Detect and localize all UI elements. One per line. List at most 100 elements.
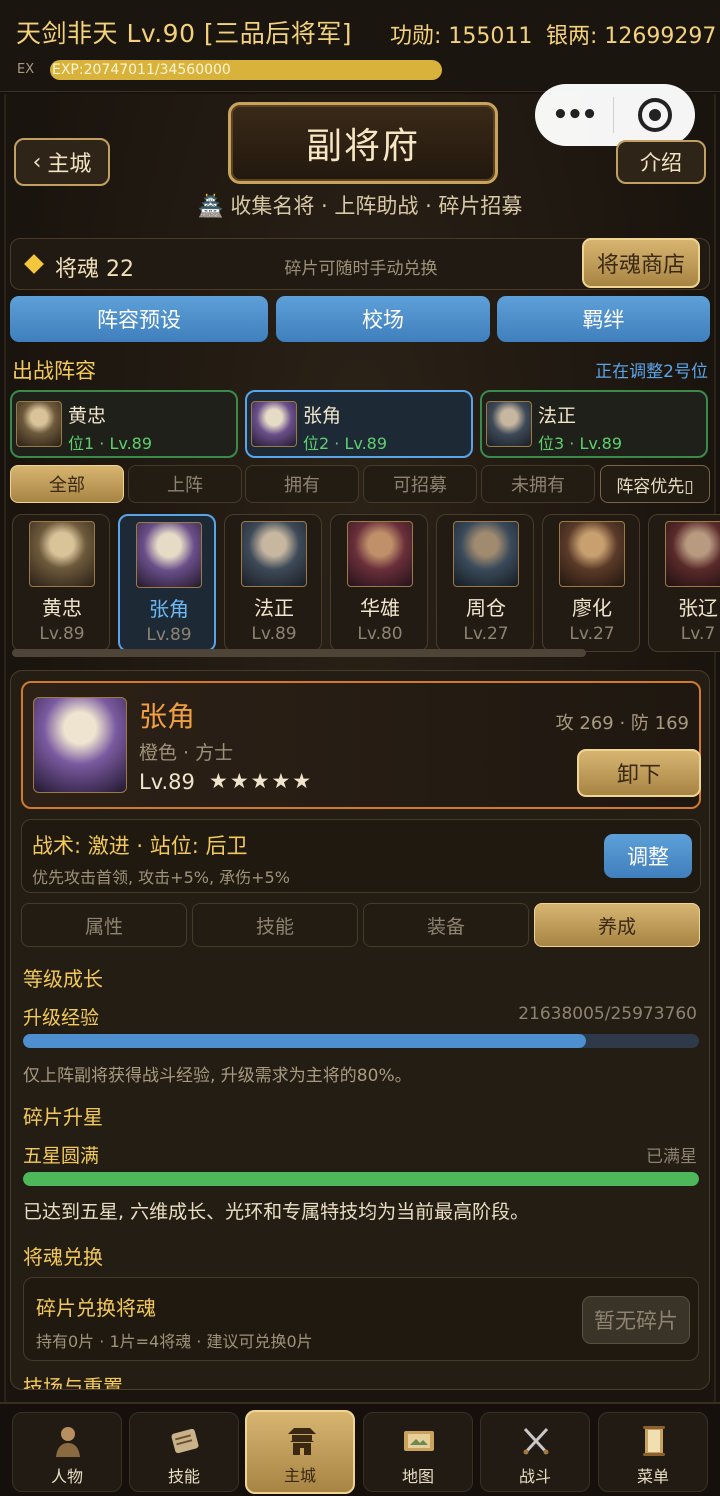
lineup-slot-2[interactable]: 张角 位2 · Lv.89: [245, 390, 473, 458]
hero-exp-bar: [23, 1034, 699, 1048]
nav-main-city[interactable]: 主城: [245, 1410, 355, 1494]
hero-detail-stats: 攻 269 · 防 169: [555, 713, 689, 734]
nav-label: 战斗: [518, 1467, 551, 1486]
nav-map[interactable]: 地图: [363, 1412, 473, 1492]
sort-dropdown[interactable]: 阵容优先▯: [600, 465, 710, 503]
adjust-button[interactable]: 调整: [604, 834, 692, 878]
tactic-card: 战术: 激进 · 站位: 后卫 优先攻击首领, 攻击+5%, 承伤+5% 调整: [21, 819, 701, 893]
filter-recruitable[interactable]: 可招募: [363, 465, 477, 503]
hero-detail-type: 橙色 · 方士: [139, 742, 234, 764]
lineup-title: 出战阵容: [12, 359, 96, 383]
hero-exp-fill: [23, 1034, 587, 1048]
hero-level: Lv.89: [251, 624, 297, 644]
hero-portrait-large: [33, 697, 127, 793]
hero-portrait: [136, 522, 202, 588]
training-ground-button[interactable]: 校场: [276, 296, 490, 342]
filter-all[interactable]: 全部: [10, 465, 124, 503]
lineup-preset-button[interactable]: 阵容预设: [10, 296, 268, 342]
nav-label: 技能: [167, 1467, 200, 1486]
soul-shop-button[interactable]: 将魂商店: [582, 238, 700, 288]
intro-button[interactable]: 介绍: [616, 140, 706, 184]
player-exp-text: EXP:20747011/34560000: [52, 62, 231, 78]
bonds-button[interactable]: 羁绊: [497, 296, 710, 342]
hero-card[interactable]: 黄忠 Lv.89: [12, 514, 110, 652]
exp-value: 21638005/25973760: [518, 1004, 697, 1024]
hero-portrait: [559, 521, 625, 587]
hero-level: Lv.89: [146, 625, 192, 645]
hero-card[interactable]: 张辽 Lv.7: [648, 514, 720, 652]
nav-menu[interactable]: 菜单: [598, 1412, 708, 1492]
hero-card-selected[interactable]: 张角 Lv.89: [118, 514, 216, 652]
hero-name: 张角: [149, 597, 189, 621]
back-button[interactable]: ‹ 主城: [14, 138, 110, 186]
back-label: 主城: [47, 152, 92, 177]
tab-development[interactable]: 养成: [534, 903, 700, 947]
filter-not-owned[interactable]: 未拥有: [481, 465, 595, 503]
tab-skills[interactable]: 技能: [192, 903, 358, 947]
page-title: 副将府: [228, 102, 498, 184]
lineup-slot-info: 位1 · Lv.89: [68, 434, 153, 453]
exp-note: 仅上阵副将获得战斗经验, 升级需求为主将的80%。: [23, 1066, 412, 1086]
hero-portrait: [16, 401, 62, 447]
nav-battle[interactable]: 战斗: [480, 1412, 590, 1492]
shard-exchange-card: 碎片兑换将魂 持有0片 · 1片=4将魂 · 建议可兑换0片 暂无碎片: [23, 1277, 699, 1361]
tactic-title: 战术: 激进 · 站位: 后卫: [32, 834, 248, 858]
hero-detail-level: Lv.89: [139, 770, 195, 794]
hero-portrait: [665, 521, 720, 587]
carousel-scrollbar[interactable]: [12, 649, 586, 657]
lineup-slot-info: 位2 · Lv.89: [303, 434, 388, 453]
player-name: 天剑非天 Lv.90 [三品后将军]: [16, 19, 352, 48]
more-dots-icon[interactable]: •••: [535, 100, 613, 130]
hero-portrait: [29, 521, 95, 587]
star-note: 已达到五星, 六维成长、光环和专属特技均为当前最高阶段。: [23, 1201, 530, 1223]
hero-portrait: [241, 521, 307, 587]
star-progress-fill: [23, 1172, 699, 1186]
hero-level: Lv.27: [569, 624, 615, 644]
hero-card[interactable]: 法正 Lv.89: [224, 514, 322, 652]
hero-portrait: [251, 401, 297, 447]
hero-card[interactable]: 周仓 Lv.27: [436, 514, 534, 652]
lineup-slot-1[interactable]: 黄忠 位1 · Lv.89: [10, 390, 238, 458]
filter-deployed[interactable]: 上阵: [128, 465, 242, 503]
lineup-slot-3[interactable]: 法正 位3 · Lv.89: [480, 390, 708, 458]
menu-scroll-icon: [643, 1426, 665, 1456]
hero-name: 法正: [254, 596, 294, 620]
star-progress-bar: [23, 1172, 699, 1186]
unequip-button[interactable]: 卸下: [577, 749, 701, 797]
ex-label: EX: [17, 62, 35, 77]
tab-equipment[interactable]: 装备: [363, 903, 529, 947]
nav-label: 地图: [401, 1467, 434, 1486]
filter-owned[interactable]: 拥有: [245, 465, 359, 503]
hero-name: 张辽: [678, 596, 718, 620]
hero-name: 黄忠: [42, 596, 82, 620]
lineup-slot-info: 位3 · Lv.89: [538, 434, 623, 453]
silver-value: 银两: 12699297: [546, 24, 717, 49]
star-rating: ★★★★★: [209, 769, 314, 793]
nav-label: 菜单: [636, 1467, 669, 1486]
hero-level: Lv.80: [357, 624, 403, 644]
star-label: 五星圆满: [23, 1145, 100, 1167]
nav-character[interactable]: 人物: [12, 1412, 122, 1492]
merit-value: 功勋: 155011: [390, 24, 533, 49]
hero-level: Lv.89: [39, 624, 85, 644]
swap-title: 碎片兑换将魂: [36, 1296, 156, 1320]
close-target-icon[interactable]: [614, 98, 695, 132]
castle-icon: [288, 1428, 316, 1455]
player-exp-bar: EXP:20747011/34560000: [50, 60, 442, 80]
nav-skills[interactable]: 技能: [129, 1412, 239, 1492]
exp-label: 升级经验: [23, 1007, 100, 1029]
nav-label: 人物: [50, 1467, 83, 1486]
tab-attributes[interactable]: 属性: [21, 903, 187, 947]
bottom-nav: 人物 技能 主城 地图 战斗 菜单: [0, 1402, 720, 1496]
back-chevron-icon: ‹: [32, 149, 42, 175]
hero-summary-card: 张角 橙色 · 方士 Lv.89 ★★★★★ 攻 269 · 防 169 卸下: [21, 681, 701, 809]
soul-exchange-title: 将魂兑换: [23, 1245, 103, 1269]
hero-card[interactable]: 廖化 Lv.27: [542, 514, 640, 652]
hero-card[interactable]: 华雄 Lv.80: [330, 514, 428, 652]
no-shards-button[interactable]: 暂无碎片: [582, 1296, 690, 1344]
hero-name: 周仓: [466, 596, 506, 620]
hero-level: Lv.27: [463, 624, 509, 644]
tactic-desc: 优先攻击首领, 攻击+5%, 承伤+5%: [32, 868, 290, 887]
status-bar: 天剑非天 Lv.90 [三品后将军] 功勋: 155011 银两: 126992…: [0, 0, 720, 92]
hero-carousel[interactable]: 黄忠 Lv.89 张角 Lv.89 法正 Lv.89 华雄 Lv.80 周仓 L…: [10, 512, 720, 658]
